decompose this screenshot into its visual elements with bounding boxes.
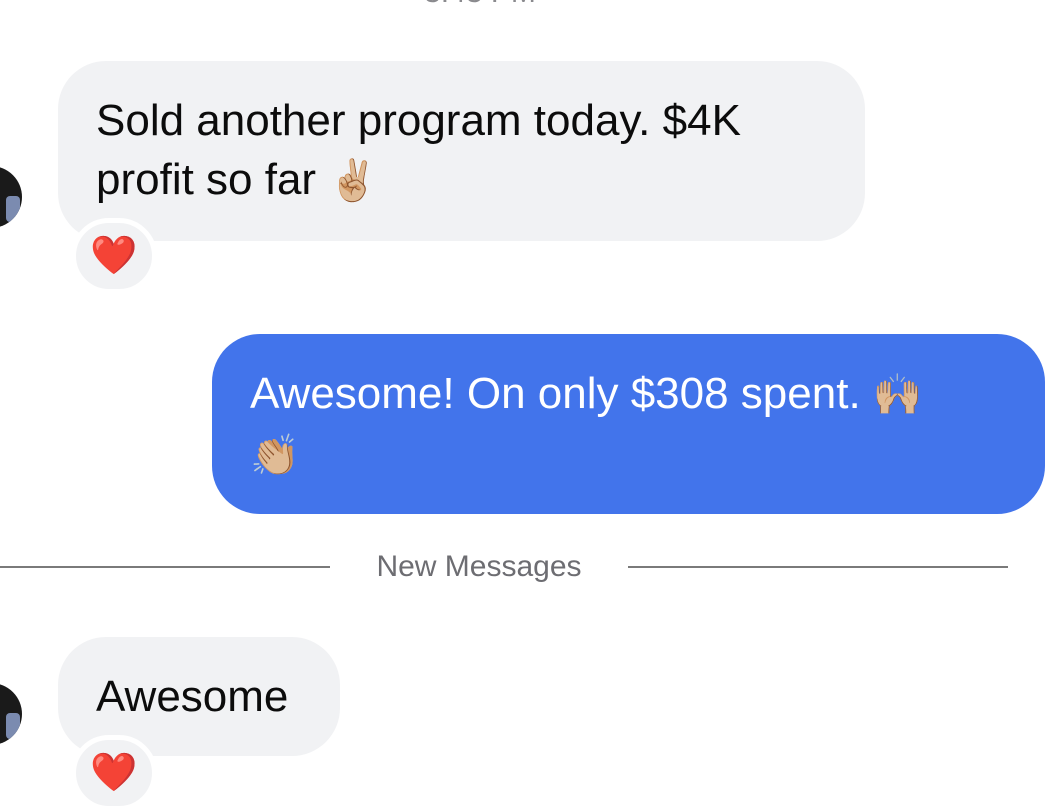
- raising-hands-emoji-icon: 🙌🏼: [872, 373, 923, 417]
- new-messages-divider-left: [0, 566, 330, 568]
- heart-reaction-icon[interactable]: ❤️: [71, 218, 157, 294]
- victory-hand-emoji-icon: ✌🏼: [328, 159, 379, 203]
- clapping-hands-emoji-icon: 👏🏼: [250, 434, 300, 478]
- message-timestamp: 3:43 PM: [0, 0, 960, 10]
- message-text: Awesome! On only $308 spent.: [250, 369, 861, 418]
- heart-reaction-icon[interactable]: ❤️: [71, 735, 157, 811]
- new-messages-divider-label: New Messages: [376, 550, 582, 583]
- avatar[interactable]: [0, 166, 22, 228]
- new-messages-divider-right: [628, 566, 1008, 568]
- message-text: Sold another program today. $4K profit s…: [96, 96, 741, 204]
- message-bubble-incoming[interactable]: Sold another program today. $4K profit s…: [58, 61, 865, 241]
- avatar[interactable]: [0, 683, 22, 745]
- message-text: Awesome: [96, 672, 289, 721]
- message-bubble-outgoing[interactable]: Awesome! On only $308 spent. 🙌🏼 👏🏼: [212, 334, 1045, 514]
